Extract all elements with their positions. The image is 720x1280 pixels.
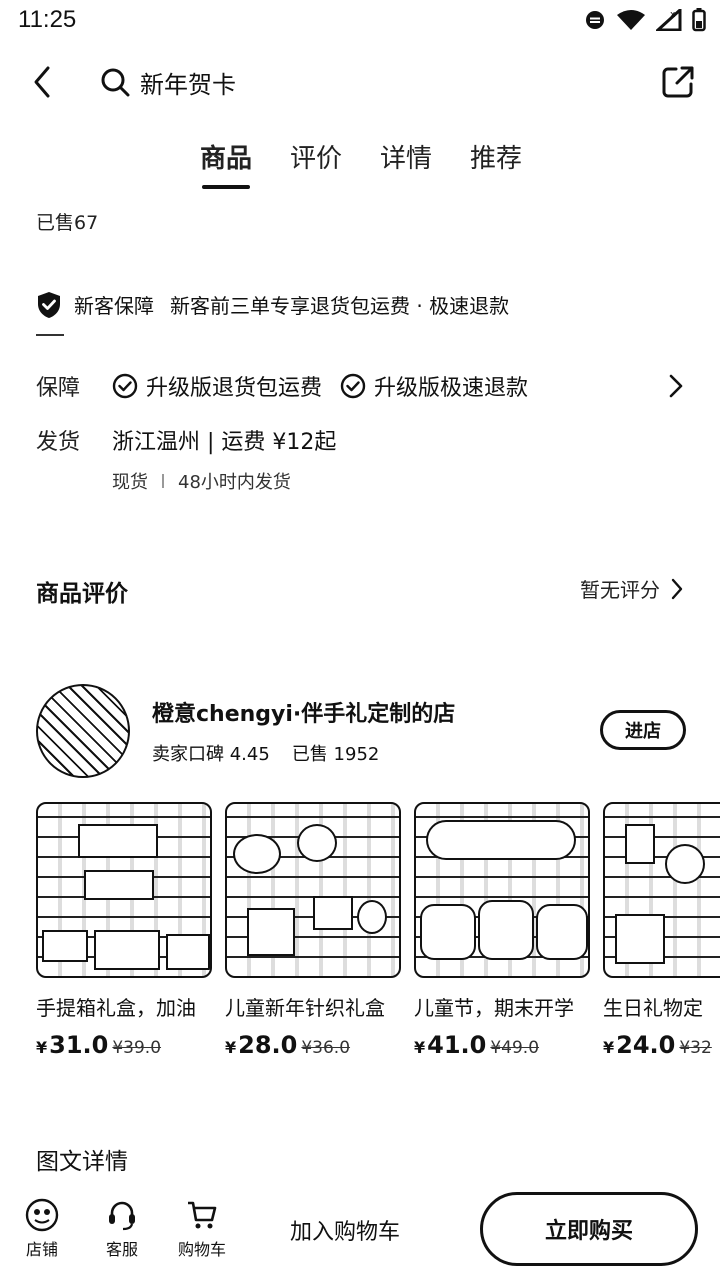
cart-icon — [188, 1201, 217, 1229]
original-price: ¥49.0 — [490, 1038, 540, 1058]
product-price: ¥24.0 ¥32 — [603, 1031, 712, 1059]
share-button[interactable] — [660, 64, 696, 100]
product-price: ¥28.0 ¥36.0 — [225, 1031, 351, 1059]
tab-reviews[interactable]: 评价 — [290, 138, 342, 185]
service-row[interactable]: 保障 升级版退货包运费 升级版极速退款 — [36, 370, 684, 402]
chevron-right-icon — [669, 374, 683, 398]
original-price: ¥39.0 — [112, 1038, 162, 1058]
top-bar: 新年贺卡 — [0, 52, 720, 112]
store-products: 手提箱礼盒，加油 ¥31.0 ¥39.0 儿童新年针织礼盒 ¥28.0 ¥36.… — [36, 802, 720, 1072]
chevron-right-icon — [671, 578, 683, 599]
shipping-label: 发货 — [36, 430, 81, 455]
status-bar: 11:25 x — [0, 0, 720, 44]
detail-section-title: 图文详情 — [36, 1149, 128, 1175]
signal-icon: x — [656, 9, 682, 31]
status-icons: x — [584, 8, 706, 32]
tab-goods[interactable]: 商品 — [200, 138, 252, 189]
cart-button[interactable]: 购物车 — [172, 1198, 232, 1260]
shop-avatar-icon — [25, 1198, 59, 1232]
original-price: ¥36.0 — [301, 1038, 351, 1058]
stock-status: 现货 — [112, 472, 148, 493]
reviews-link[interactable]: 暂无评分 — [580, 574, 684, 603]
product-image — [414, 802, 590, 978]
new-customer-guarantee[interactable]: 新客保障 新客前三单专享退货包运费 · 极速退款 — [36, 290, 509, 319]
product-name: 儿童新年针织礼盒 — [225, 996, 385, 1020]
product-card[interactable]: 儿童节，期末开学 ¥41.0 ¥49.0 — [414, 802, 590, 1059]
divider — [162, 474, 164, 488]
tab-details[interactable]: 详情 — [380, 138, 432, 185]
search-bar[interactable]: 新年贺卡 — [100, 60, 236, 104]
store-name: 橙意chengyi·伴手礼定制的店 — [152, 702, 456, 727]
guarantee-title: 新客保障 — [74, 294, 154, 318]
shop-button[interactable]: 店铺 — [12, 1198, 72, 1260]
wifi-icon — [617, 10, 645, 30]
enter-store-button[interactable]: 进店 — [600, 710, 686, 750]
bottom-action-bar: 店铺 客服 购物车 加入购物车 立即购买 — [0, 1188, 720, 1280]
service-item-label: 升级版极速退款 — [374, 376, 529, 401]
store-rating: 卖家口碑 4.45 — [152, 744, 270, 765]
buy-now-button[interactable]: 立即购买 — [480, 1192, 698, 1266]
headset-icon — [109, 1201, 135, 1231]
search-query: 新年贺卡 — [140, 70, 236, 99]
product-price: ¥41.0 ¥49.0 — [414, 1031, 540, 1059]
product-card[interactable]: 生日礼物定 ¥24.0 ¥32 — [603, 802, 720, 1059]
product-card[interactable]: 儿童新年针织礼盒 ¥28.0 ¥36.0 — [225, 802, 401, 1059]
product-price: ¥31.0 ¥39.0 — [36, 1031, 162, 1059]
product-name: 儿童节，期末开学 — [414, 996, 574, 1020]
guarantee-desc: 新客前三单专享退货包运费 · 极速退款 — [170, 294, 510, 318]
shipping-info: 浙江温州 | 运费 ¥12起 — [112, 430, 337, 455]
shipping-row: 发货 浙江温州 | 运费 ¥12起 — [36, 424, 336, 456]
product-image — [36, 802, 212, 978]
store-meta: 卖家口碑 4.45 已售 1952 — [152, 740, 379, 766]
shipping-sub: 现货 48小时内发货 — [112, 468, 291, 494]
battery-icon — [692, 8, 706, 32]
cart-label: 购物车 — [177, 1240, 226, 1259]
service-item-label: 升级版退货包运费 — [146, 376, 323, 401]
sold-count: 已售67 — [36, 212, 99, 234]
check-circle-icon — [112, 373, 138, 399]
store-avatar[interactable] — [36, 684, 130, 778]
divider — [36, 334, 64, 336]
tab-recommend[interactable]: 推荐 — [470, 138, 522, 185]
shield-check-icon — [38, 291, 60, 318]
product-name: 手提箱礼盒，加油 — [36, 996, 196, 1020]
product-card[interactable]: 手提箱礼盒，加油 ¥31.0 ¥39.0 — [36, 802, 212, 1059]
back-button[interactable] — [26, 62, 58, 102]
original-price: ¥32 — [679, 1038, 712, 1058]
tab-bar: 商品 评价 详情 推荐 — [200, 138, 522, 189]
status-time: 11:25 — [18, 6, 77, 33]
product-image — [225, 802, 401, 978]
reviews-title: 商品评价 — [36, 581, 128, 607]
service-item: 升级版极速退款 — [340, 370, 528, 402]
service-label: 客服 — [105, 1240, 138, 1259]
service-label: 保障 — [36, 376, 81, 401]
store-sold: 已售 1952 — [291, 744, 380, 765]
product-image — [603, 802, 720, 978]
store-card[interactable]: 橙意chengyi·伴手礼定制的店 卖家口碑 4.45 已售 1952 进店 — [36, 684, 686, 780]
service-item: 升级版退货包运费 — [112, 370, 322, 402]
shop-label: 店铺 — [25, 1240, 58, 1259]
do-not-disturb-icon — [586, 11, 604, 29]
add-to-cart-button[interactable]: 加入购物车 — [290, 1214, 400, 1246]
search-icon — [101, 68, 130, 97]
product-name: 生日礼物定 — [603, 996, 703, 1020]
svg-text:x: x — [670, 10, 676, 20]
customer-service-button[interactable]: 客服 — [92, 1198, 152, 1260]
check-circle-icon — [340, 373, 366, 399]
review-status: 暂无评分 — [580, 578, 660, 602]
ship-time: 48小时内发货 — [178, 472, 291, 493]
